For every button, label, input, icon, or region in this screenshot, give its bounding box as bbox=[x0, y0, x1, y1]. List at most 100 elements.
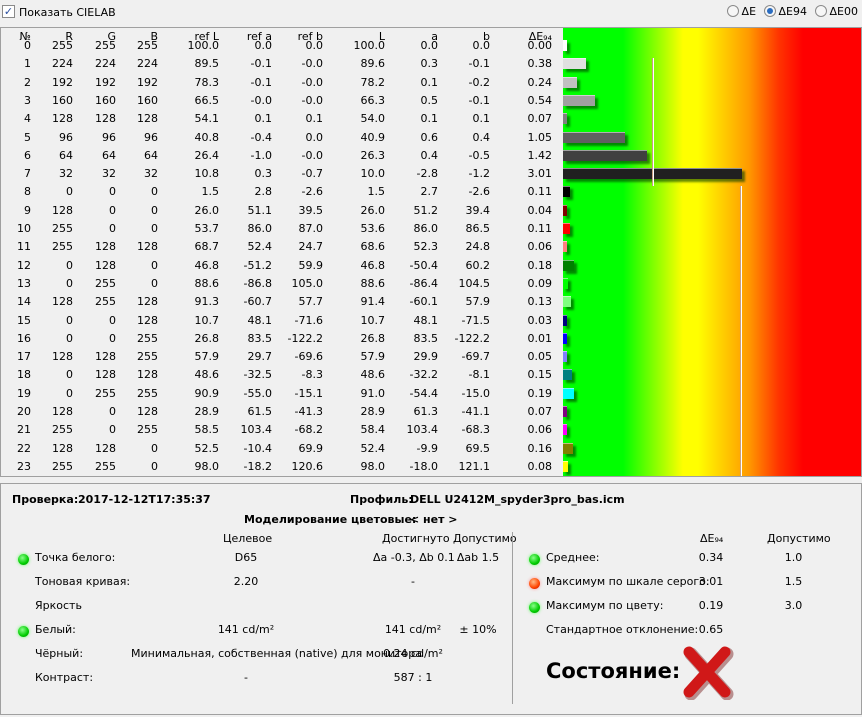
table-cell: 68.6 bbox=[360, 240, 386, 254]
status-indicator-icon bbox=[18, 626, 29, 637]
delta-e-bar bbox=[563, 406, 568, 417]
table-cell: 86.5 bbox=[465, 222, 491, 235]
table-cell: -0.1 bbox=[468, 57, 490, 71]
table-cell: 48.6 bbox=[360, 368, 386, 382]
table-cell: -71.6 bbox=[294, 313, 323, 327]
simulation-value: < нет > bbox=[410, 513, 458, 526]
table-cell: 2.8 bbox=[254, 185, 273, 199]
table-cell: 0.00 bbox=[527, 39, 553, 52]
table-cell: 88.6 bbox=[360, 276, 386, 290]
table-cell: -69.7 bbox=[461, 350, 490, 364]
table-cell: 68.7 bbox=[194, 240, 220, 254]
stat-label: Стандартное отклонение: bbox=[546, 623, 699, 636]
table-cell: 52.4 bbox=[360, 441, 386, 455]
table-cell: 61.5 bbox=[247, 405, 273, 418]
table-cell: 0.5 bbox=[420, 93, 439, 107]
delta-e-mode-radio-group: ΔE ΔE94 ΔE00 bbox=[723, 5, 858, 18]
table-cell: 0 bbox=[151, 459, 158, 473]
table-cell: -55.0 bbox=[243, 386, 272, 400]
table-cell: 0 bbox=[151, 222, 158, 235]
check-label: Проверка: bbox=[12, 493, 79, 506]
table-cell: -8.1 bbox=[468, 368, 490, 382]
radio-de[interactable] bbox=[726, 5, 739, 17]
summary-row-label: Белый: bbox=[35, 623, 76, 636]
table-cell: 39.4 bbox=[465, 203, 491, 217]
table-cell: 57.9 bbox=[360, 350, 386, 364]
radio-de94-label[interactable]: ΔE94 bbox=[779, 5, 807, 18]
radio-de00[interactable] bbox=[814, 5, 827, 17]
summary-row-label: Точка белого: bbox=[35, 551, 116, 564]
table-cell: -51.2 bbox=[243, 258, 272, 272]
status-indicator-icon bbox=[529, 554, 540, 565]
table-cell: 0.16 bbox=[527, 441, 553, 455]
table-cell: -122.2 bbox=[287, 331, 323, 345]
show-cielab-checkbox[interactable]: ✓ bbox=[2, 5, 15, 18]
table-cell: -0.0 bbox=[301, 93, 323, 107]
check-value: 2017-12-12T17:35:37 bbox=[78, 493, 211, 506]
gray-tolerance-line bbox=[652, 58, 655, 187]
table-cell: 52.5 bbox=[194, 441, 220, 455]
col-achieved: Достигнуто bbox=[382, 532, 450, 545]
table-cell: 58.5 bbox=[194, 423, 220, 437]
radio-de94[interactable] bbox=[763, 5, 776, 17]
table-cell: 0 bbox=[151, 203, 158, 217]
table-cell: 0.0 bbox=[305, 39, 324, 52]
status-indicator-icon bbox=[18, 554, 29, 565]
table-cell: 255 bbox=[137, 386, 158, 400]
table-cell: 103.4 bbox=[240, 423, 273, 437]
stat-value: 3.01 bbox=[698, 575, 724, 588]
col-allowed: Допустимо bbox=[453, 532, 517, 545]
table-cell: 100.0 bbox=[187, 39, 220, 52]
radio-de-label[interactable]: ΔE bbox=[742, 5, 756, 18]
table-cell: -32.5 bbox=[243, 368, 272, 382]
table-cell: 96 bbox=[144, 130, 158, 144]
table-cell: 255 bbox=[137, 331, 158, 345]
table-cell: 255 bbox=[137, 350, 158, 364]
show-cielab-label[interactable]: Показать CIELAB bbox=[19, 6, 116, 19]
table-cell: 0.0 bbox=[254, 39, 273, 52]
table-cell: 26.8 bbox=[194, 331, 220, 345]
table-cell: 57.7 bbox=[298, 295, 324, 309]
table-cell: 66.5 bbox=[194, 93, 220, 107]
table-cell: 1.5 bbox=[201, 185, 220, 199]
summary-row-achieved: Δa -0.3, Δb 0.1 bbox=[373, 551, 455, 564]
table-cell: 0 bbox=[151, 441, 158, 455]
table-cell: -0.1 bbox=[250, 75, 272, 89]
table-cell: 1.42 bbox=[527, 148, 553, 162]
table-cell: 255 bbox=[137, 423, 158, 437]
table-cell: -0.1 bbox=[250, 57, 272, 71]
delta-e-bar bbox=[563, 58, 586, 70]
table-cell: -2.6 bbox=[468, 185, 490, 199]
table-cell: 10.8 bbox=[194, 167, 220, 181]
table-cell: 26.4 bbox=[194, 148, 220, 162]
delta-e-bar bbox=[563, 351, 567, 363]
table-cell: 60.2 bbox=[465, 258, 491, 272]
table-cell: 0.13 bbox=[527, 295, 553, 309]
radio-de00-label[interactable]: ΔE00 bbox=[830, 5, 858, 18]
table-cell: 86.0 bbox=[413, 222, 439, 235]
table-cell: 26.3 bbox=[360, 148, 386, 162]
table-cell: 128 bbox=[137, 405, 158, 418]
profile-label: Профиль: bbox=[350, 493, 413, 506]
summary-row-target: D65 bbox=[234, 551, 258, 564]
table-cell: 87.0 bbox=[298, 222, 324, 235]
table-cell: 120.6 bbox=[291, 459, 324, 473]
table-cell: -32.2 bbox=[409, 368, 438, 382]
table-cell: 0.03 bbox=[527, 313, 553, 327]
table-cell: -71.5 bbox=[461, 313, 490, 327]
table-cell: -86.4 bbox=[409, 276, 438, 290]
table-cell: 128 bbox=[137, 112, 158, 126]
summary-row-allowed: ± 10% bbox=[459, 623, 497, 636]
table-cell: -0.0 bbox=[301, 148, 323, 162]
table-cell: 0.01 bbox=[527, 331, 553, 345]
table-cell: 28.9 bbox=[360, 405, 386, 418]
table-cell: 0.15 bbox=[527, 368, 553, 382]
table-cell: 1.5 bbox=[367, 185, 386, 199]
stat-value: 0.19 bbox=[698, 599, 724, 612]
divider bbox=[512, 532, 513, 704]
table-cell: 0.54 bbox=[527, 93, 553, 107]
table-cell: -68.3 bbox=[461, 423, 490, 437]
table-cell: -0.0 bbox=[250, 93, 272, 107]
table-cell: -0.0 bbox=[301, 57, 323, 71]
summary-row-achieved: 0.24 cd/m² bbox=[383, 647, 443, 660]
